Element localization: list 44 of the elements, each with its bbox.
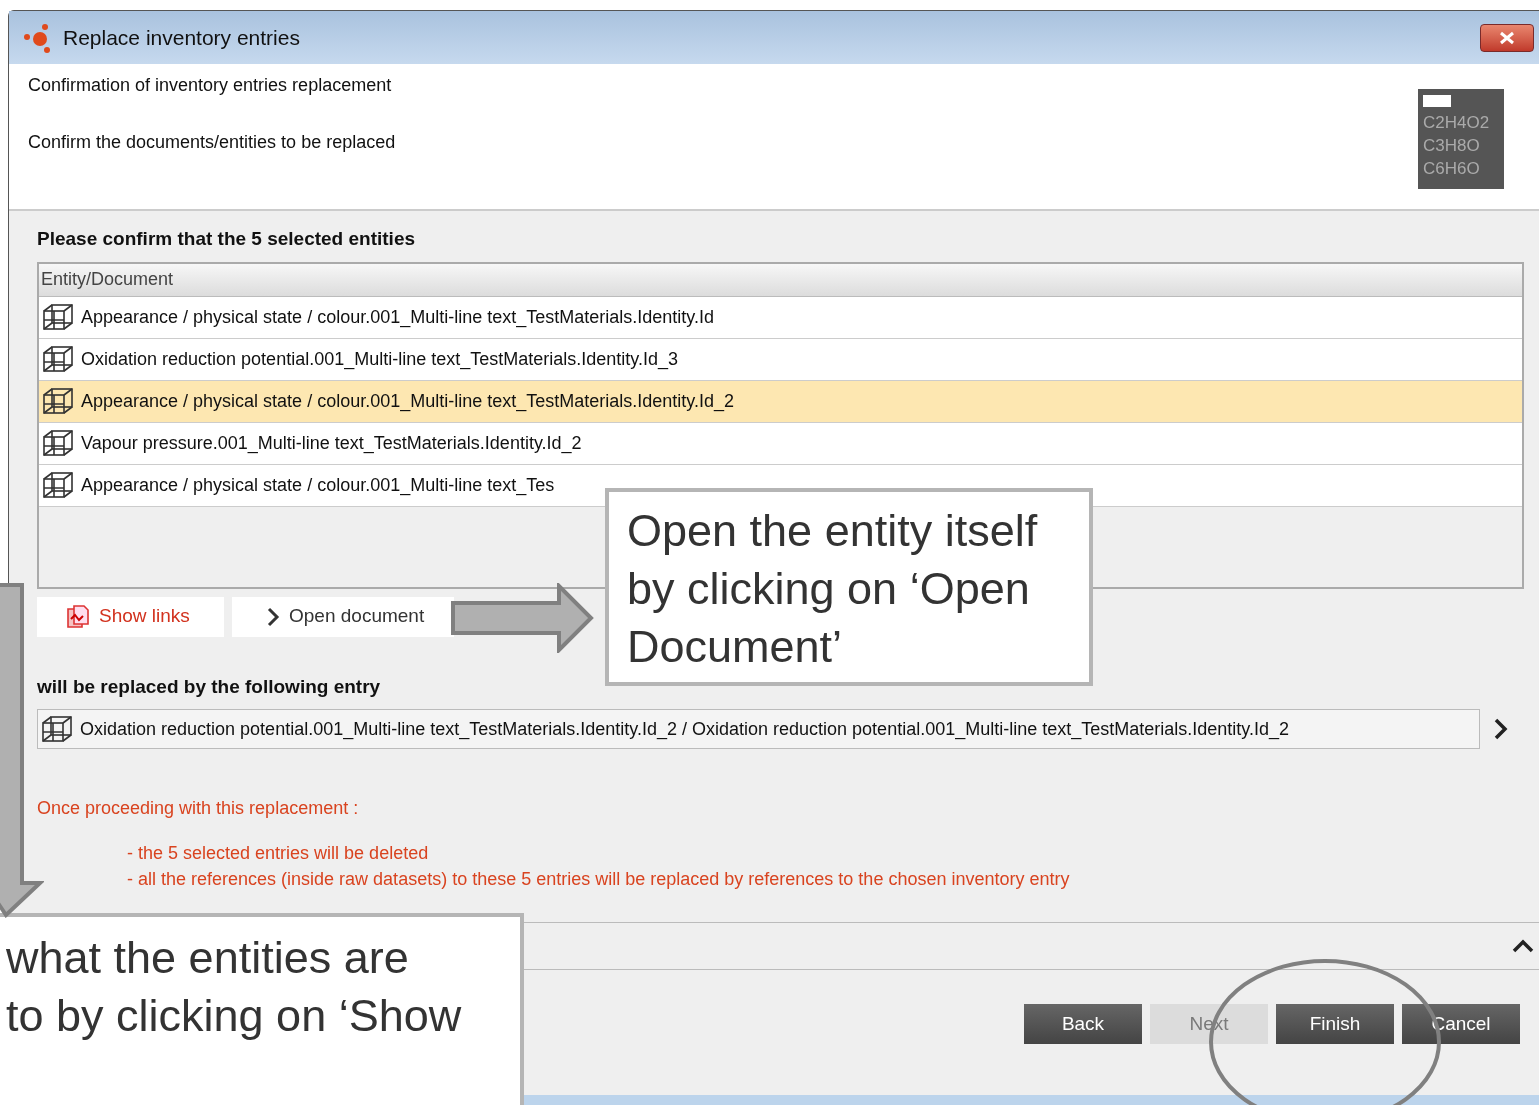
linked-documents-icon: [65, 603, 91, 630]
formula-text: C3H8O: [1423, 135, 1481, 157]
header-subtitle: Confirm the documents/entities to be replaced: [28, 131, 397, 154]
section-heading: Please confirm that the 5 selected entities: [37, 227, 417, 251]
replacement-field[interactable]: Oxidation reduction potential.001_Multi-line text_TestMaterials.Identity.Id_2 / Oxidation reduction potential.001_Multi-line text_TestMaterials.Identity.Id_2: [37, 709, 1480, 749]
formula-text: C6H6O: [1423, 158, 1481, 180]
entity-name: Appearance / physical state / colour.001_Multi-line text_TestMaterials.Identity.Id: [81, 305, 714, 330]
close-icon: [1498, 30, 1516, 45]
warning-text: - all the references (inside raw datasets) to these 5 entries will be replaced by references to the chosen inventory entry: [127, 868, 1071, 890]
callout-text: what the entities are: [6, 931, 410, 985]
cube-grid-icon: [41, 470, 75, 500]
cube-grid-icon: [40, 714, 74, 744]
entity-name: Oxidation reduction potential.001_Multi-line text_TestMaterials.Identity.Id_3: [81, 347, 678, 372]
chevron-right-icon: [265, 606, 281, 627]
open-document-button[interactable]: Open document: [232, 596, 454, 637]
callout-text: Document’: [627, 620, 844, 674]
close-button[interactable]: [1480, 23, 1534, 52]
table-row[interactable]: Vapour pressure.001_Multi-line text_TestMaterials.Identity.Id_2: [39, 422, 1522, 465]
column-header: Entity/Document: [39, 263, 1522, 297]
callout-text: by clicking on ‘Open: [627, 562, 1031, 616]
section-heading: will be replaced by the following entry: [37, 674, 382, 699]
table-row[interactable]: Appearance / physical state / colour.001_Multi-line text_TestMaterials.Identity.Id: [39, 296, 1522, 339]
table-row[interactable]: Appearance / physical state / colour.001_Multi-line text_TestMaterials.Identity.Id_2: [39, 380, 1522, 423]
caret-up-icon[interactable]: [1511, 938, 1535, 954]
cube-grid-icon: [41, 428, 75, 458]
table-row[interactable]: Oxidation reduction potential.001_Multi-line text_TestMaterials.Identity.Id_3: [39, 338, 1522, 381]
callout-text: Open the entity itself: [627, 504, 1039, 558]
chevron-right-icon[interactable]: [1492, 717, 1510, 741]
entity-name: Vapour pressure.001_Multi-line text_TestMaterials.Identity.Id_2: [81, 431, 582, 456]
warning-title: Once proceeding with this replacement :: [37, 797, 360, 820]
dialog-button[interactable]: Back: [1024, 1004, 1142, 1044]
cube-grid-icon: [41, 386, 75, 416]
cube-grid-icon: [41, 302, 75, 332]
entity-name: Appearance / physical state / colour.001_Multi-line text_TestMaterials.Identity.Id_2: [81, 389, 735, 414]
dialog-button[interactable]: Finish: [1276, 1004, 1394, 1044]
label-bar-icon: [1423, 95, 1451, 107]
entity-name: Appearance / physical state / colour.001_Multi-line text_Tes: [81, 473, 555, 498]
callout-text: to by clicking on ‘Show: [6, 989, 463, 1043]
cube-grid-icon: [41, 344, 75, 374]
warning-text: - the 5 selected entries will be deleted: [127, 842, 430, 864]
header-title: Confirmation of inventory entries replacement: [28, 74, 393, 97]
formula-text: C2H4O2: [1423, 112, 1491, 134]
window-title: Replace inventory entries: [63, 24, 300, 51]
show-links-button[interactable]: Show links: [37, 596, 224, 637]
